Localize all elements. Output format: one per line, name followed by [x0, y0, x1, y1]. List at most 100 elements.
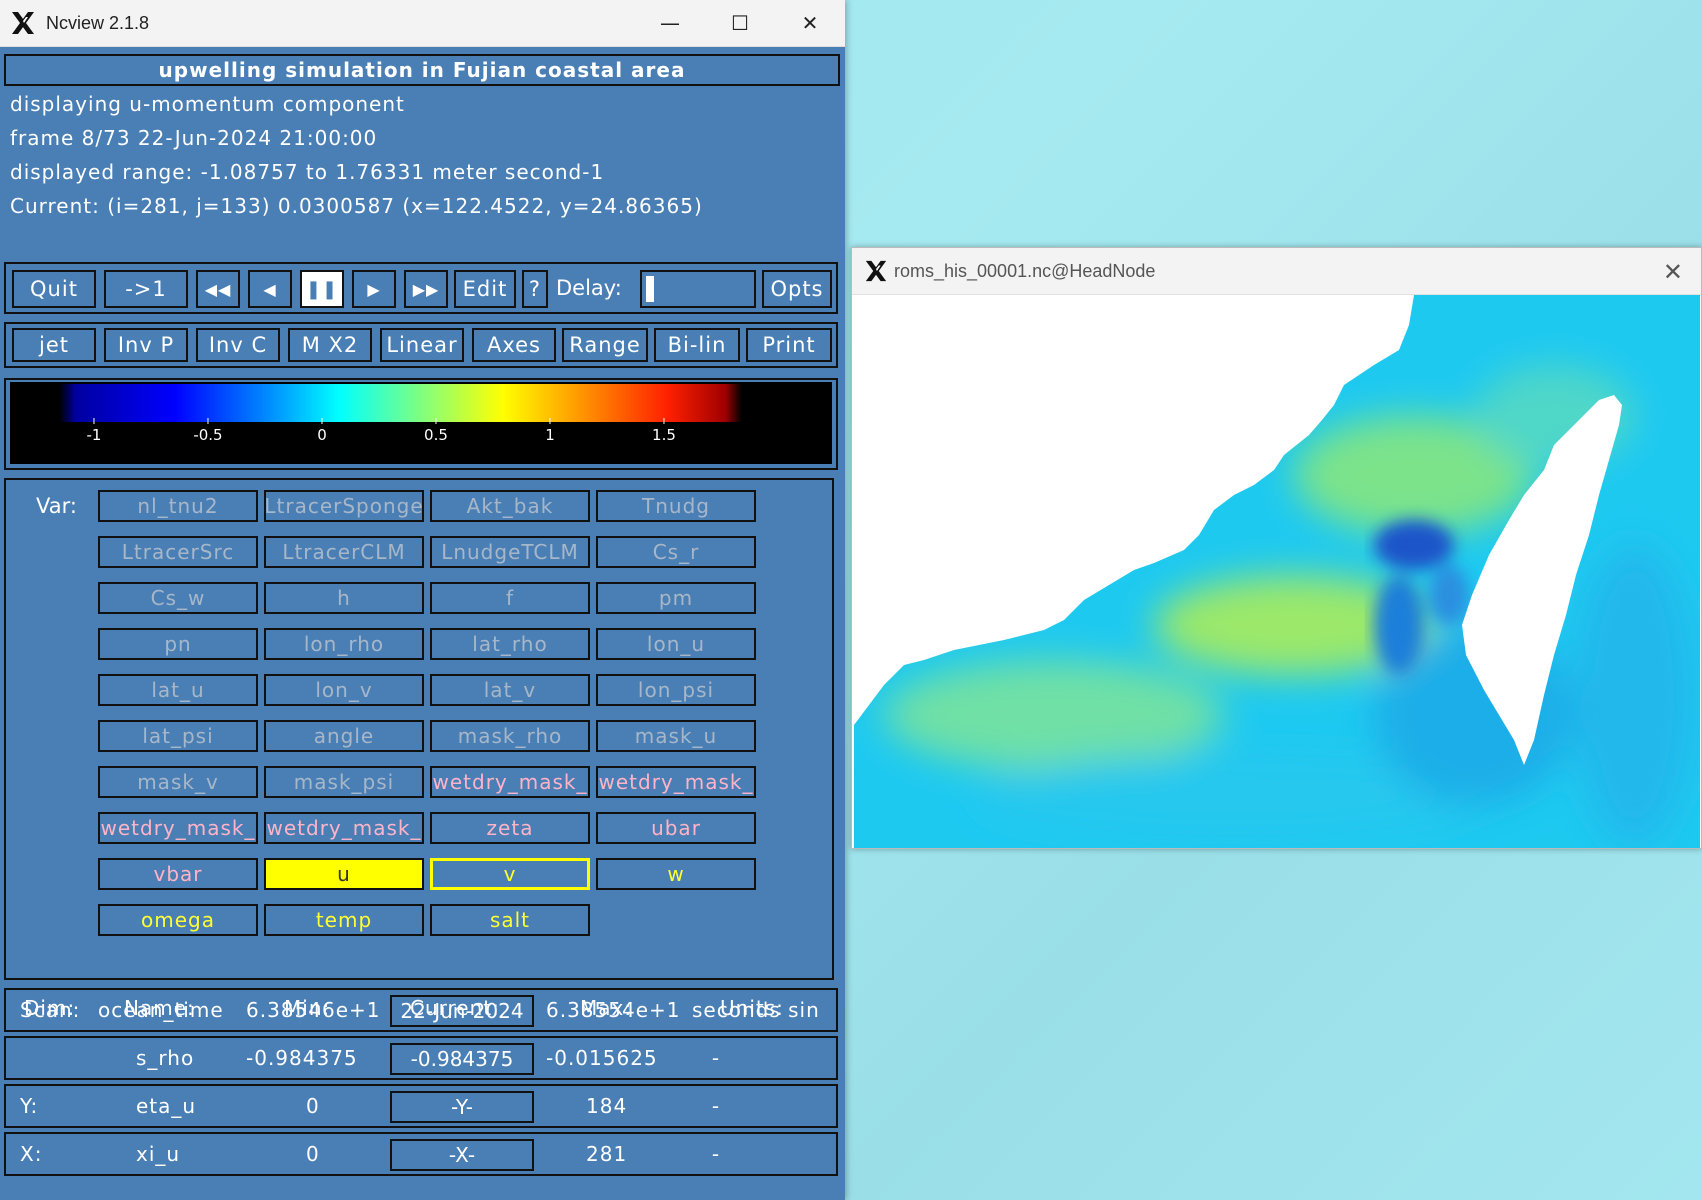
variable-button[interactable]: lon_psi [596, 674, 756, 706]
plot-window: roms_his_00001.nc@HeadNode ✕ [851, 247, 1702, 849]
dimension-row: Y: eta_u 0 184- -Y- [4, 1084, 838, 1128]
variable-button[interactable]: lon_v [264, 674, 424, 706]
variable-button[interactable]: lat_rho [430, 628, 590, 660]
dim-label: X: [20, 1142, 43, 1166]
pause-icon[interactable]: ❚❚ [300, 270, 344, 308]
variable-button[interactable]: wetdry_mask_ [264, 812, 424, 844]
step-back-icon[interactable]: ◀ [248, 270, 292, 308]
colorbar-tick-label: -0.5 [193, 426, 222, 444]
colorbar-tick-label: -1 [86, 426, 101, 444]
dim-name: ocean_time [98, 998, 224, 1022]
variable-button[interactable]: lat_u [98, 674, 258, 706]
variable-button[interactable]: lon_rho [264, 628, 424, 660]
variable-button[interactable]: f [430, 582, 590, 614]
invert-colormap-button[interactable]: Inv C [196, 328, 280, 362]
variable-button[interactable]: nl_tnu2 [98, 490, 258, 522]
variable-button[interactable]: v [430, 858, 590, 890]
rewind-icon[interactable]: ◀◀ [196, 270, 240, 308]
variable-button[interactable]: wetdry_mask_ [98, 812, 258, 844]
range-label: displayed range: -1.08757 to 1.76331 met… [10, 160, 605, 184]
variable-button[interactable]: mask_rho [430, 720, 590, 752]
u-field-image[interactable] [854, 295, 1700, 848]
variable-button[interactable]: Tnudg [596, 490, 756, 522]
variable-button[interactable]: lon_u [596, 628, 756, 660]
fast-forward-icon[interactable]: ▶▶ [404, 270, 448, 308]
print-button[interactable]: Print [746, 328, 832, 362]
dim-label: Y: [20, 1094, 39, 1118]
plot-title-bar: roms_his_00001.nc@HeadNode ✕ [852, 248, 1701, 295]
invert-physical-button[interactable]: Inv P [104, 328, 188, 362]
transform-button[interactable]: Linear [380, 328, 464, 362]
variable-button[interactable]: mask_u [596, 720, 756, 752]
toolbar-display: jet Inv P Inv C M X2 Linear Axes Range B… [4, 322, 838, 368]
ncview-content: upwelling simulation in Fujian coastal a… [0, 46, 845, 1200]
colorbar-strip [10, 384, 832, 422]
dimension-row: Scan: ocean_time 6.38546e+1 6.38554e+1 secon… [4, 988, 838, 1032]
range-button[interactable]: Range [562, 328, 648, 362]
dim-name: xi_u [136, 1142, 181, 1166]
dim-current-button[interactable]: -Y- [390, 1091, 534, 1123]
colorbar-tick-label: 1.5 [652, 426, 676, 444]
frame-label: frame 8/73 22-Jun-2024 21:00:00 [10, 126, 378, 150]
variable-button[interactable]: omega [98, 904, 258, 936]
toolbar-playback: Quit ->1 ◀◀ ◀ ❚❚ ▶ ▶▶ Edit ? Delay: Opts [4, 262, 838, 314]
colorbar-panel: -1 -0.5 0 0.5 1 1.5 [4, 378, 838, 470]
variable-button[interactable]: Akt_bak [430, 490, 590, 522]
colorbar-tick-label: 1 [545, 426, 555, 444]
dim-max: 184 [586, 1094, 628, 1118]
dim-min: -0.984375 [246, 1046, 358, 1070]
dimension-row: s_rho -0.984375 -0.015625- -0.984375 [4, 1036, 838, 1080]
variable-panel: Var: nl_tnu2 LtracerSponge Akt_bak Tnudg Ltr… [4, 478, 834, 980]
variable-button[interactable]: pm [596, 582, 756, 614]
goto-first-button[interactable]: ->1 [104, 270, 188, 308]
variable-button[interactable]: w [596, 858, 756, 890]
variable-button[interactable]: lat_v [430, 674, 590, 706]
variable-button[interactable]: angle [264, 720, 424, 752]
variable-button[interactable]: salt [430, 904, 590, 936]
minimize-button[interactable]: — [635, 0, 705, 46]
delay-label: Delay: [556, 276, 622, 300]
interpolation-button[interactable]: Bi-lin [654, 328, 740, 362]
dim-max: 6.38554e+1 [546, 998, 681, 1022]
variable-button[interactable]: mask_v [98, 766, 258, 798]
quit-button[interactable]: Quit [12, 270, 96, 308]
variable-button[interactable]: LtracerCLM [264, 536, 424, 568]
variable-button[interactable]: h [264, 582, 424, 614]
variable-button[interactable]: LnudgeTCLM [430, 536, 590, 568]
variable-button[interactable]: Cs_r [596, 536, 756, 568]
edit-button[interactable]: Edit [454, 270, 516, 308]
axes-button[interactable]: Axes [472, 328, 556, 362]
variable-button[interactable]: zeta [430, 812, 590, 844]
variable-button[interactable]: wetdry_mask_ [596, 766, 756, 798]
dim-current-button[interactable]: 22-Jun-2024 [390, 995, 534, 1027]
close-icon[interactable]: ✕ [1663, 258, 1683, 286]
dim-max: 281 [586, 1142, 628, 1166]
variable-button[interactable]: LtracerSponge [264, 490, 424, 522]
variable-button[interactable]: LtracerSrc [98, 536, 258, 568]
dim-name: eta_u [136, 1094, 197, 1118]
dim-current-button[interactable]: -X- [390, 1139, 534, 1171]
step-forward-icon[interactable]: ▶ [352, 270, 396, 308]
variable-button[interactable]: vbar [98, 858, 258, 890]
close-button[interactable]: ✕ [775, 0, 845, 46]
help-button[interactable]: ? [522, 270, 548, 308]
variable-button[interactable]: pn [98, 628, 258, 660]
delay-slider[interactable] [640, 270, 756, 308]
options-button[interactable]: Opts [762, 270, 832, 308]
maximize-button[interactable]: ☐ [705, 0, 775, 46]
variable-button[interactable]: wetdry_mask_ [430, 766, 590, 798]
variable-button[interactable]: u [264, 858, 424, 890]
title-bar: Ncview 2.1.8 — ☐ ✕ [0, 0, 845, 47]
dim-label: Scan: [20, 998, 81, 1022]
variable-button[interactable]: temp [264, 904, 424, 936]
magnify-button[interactable]: M X2 [288, 328, 372, 362]
variable-button[interactable]: ubar [596, 812, 756, 844]
colormap-button[interactable]: jet [12, 328, 96, 362]
delay-slider-thumb[interactable] [646, 276, 654, 302]
dataset-title: upwelling simulation in Fujian coastal a… [4, 54, 840, 86]
variable-button[interactable]: Cs_w [98, 582, 258, 614]
dim-current-button[interactable]: -0.984375 [390, 1043, 534, 1075]
variable-button[interactable]: lat_psi [98, 720, 258, 752]
field-plot[interactable] [854, 295, 1700, 848]
variable-button[interactable]: mask_psi [264, 766, 424, 798]
